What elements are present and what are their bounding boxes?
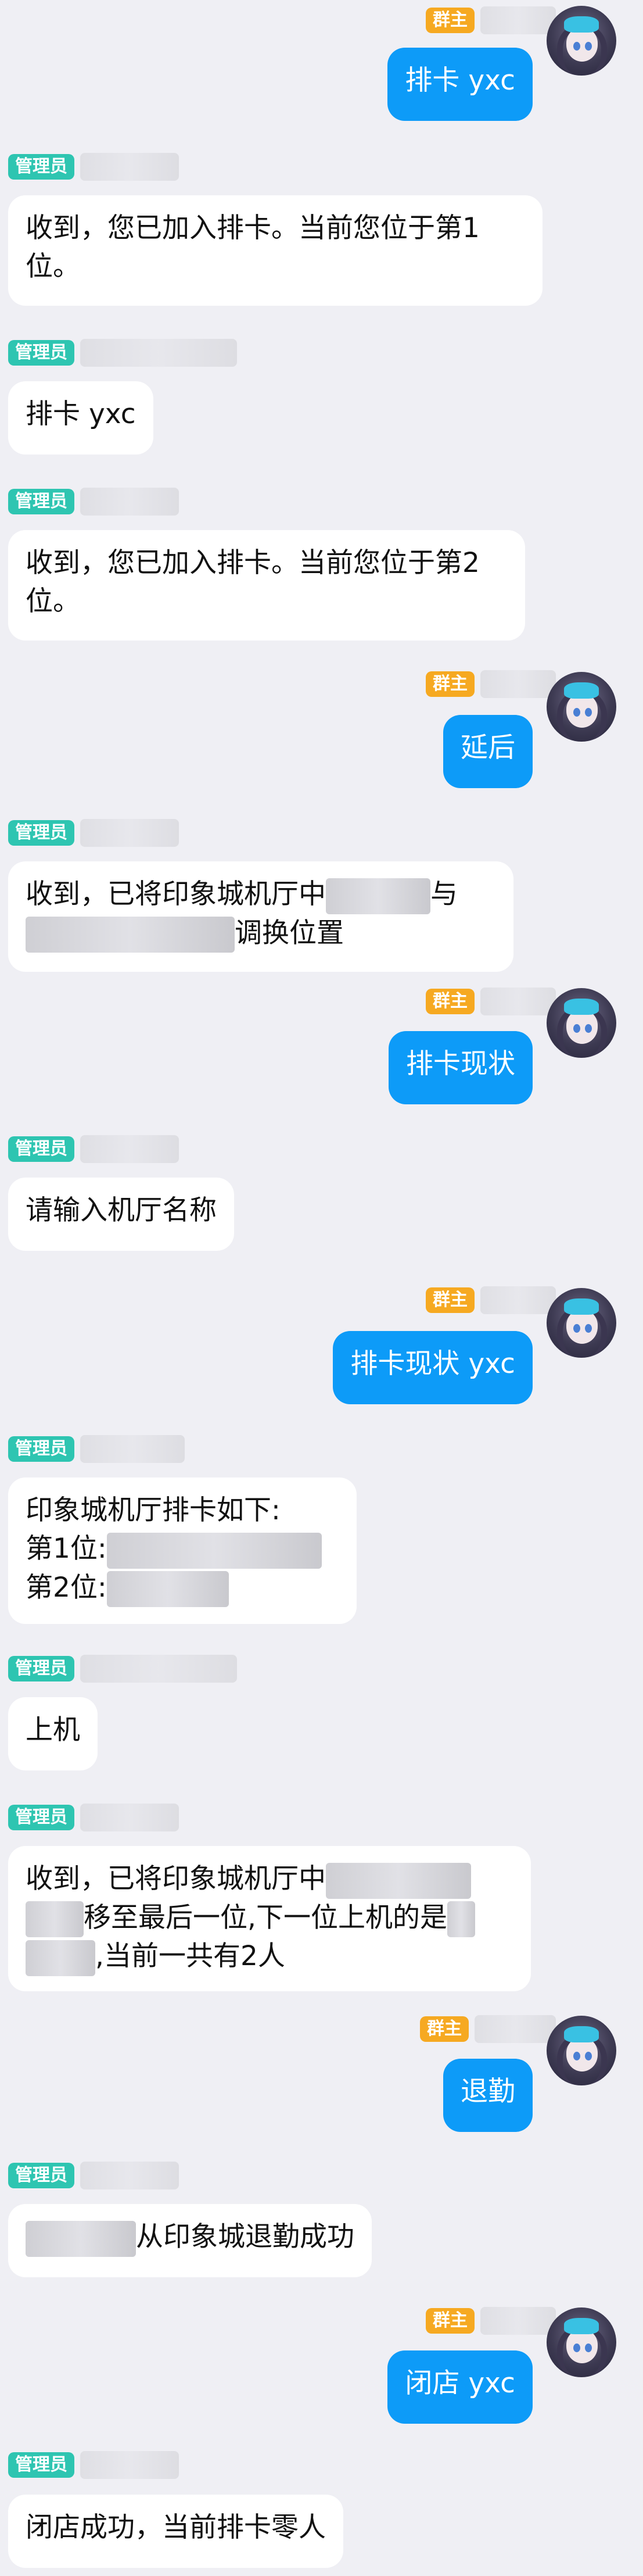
message-text: 收到，已将印象城机厅中: [26, 878, 326, 910]
redacted-name: [26, 1901, 84, 1937]
sender-name-redacted: [80, 1135, 179, 1163]
sender-meta: 群主: [426, 6, 556, 35]
message-bubble[interactable]: 排卡 yxc: [387, 48, 533, 121]
message-text: 第2位:: [26, 1571, 107, 1604]
message-text: 第1位:: [26, 1533, 107, 1565]
redacted-name: [326, 878, 430, 914]
user-avatar[interactable]: [547, 1288, 616, 1358]
message-text: ,当前一共有2人: [95, 1940, 285, 1972]
role-badge-admin: 管理员: [8, 340, 74, 366]
message-text: 调换位置: [235, 917, 344, 949]
sender-meta: 群主: [426, 670, 556, 699]
user-avatar[interactable]: [547, 672, 616, 742]
redacted-name: [106, 1532, 322, 1569]
message-text: 与: [430, 878, 458, 910]
message-bubble[interactable]: 收到，已将印象城机厅中 与 调换位置: [8, 861, 513, 972]
message-bubble[interactable]: 排卡现状: [389, 1031, 533, 1104]
message-bubble[interactable]: 上机: [8, 1697, 98, 1770]
role-badge-admin: 管理员: [8, 1805, 74, 1830]
sender-meta: 管理员: [8, 818, 179, 847]
chat-feed[interactable]: 群主 排卡 yxc 管理员 收到，您已加入排卡。当前您位于第1位。 管理员 排卡…: [0, 0, 643, 2576]
sender-meta: 群主: [426, 2306, 556, 2335]
sender-name-redacted: [80, 819, 179, 847]
user-avatar[interactable]: [547, 988, 616, 1058]
message-text: 收到，已将印象城机厅中: [26, 1863, 326, 1895]
redacted-name: [447, 1901, 475, 1937]
message-text: 移至最后一位,下一位上机的是: [84, 1901, 447, 1934]
message-bubble[interactable]: 退勤: [443, 2059, 533, 2132]
sender-name-redacted: [480, 670, 556, 698]
sender-name-redacted: [80, 1435, 185, 1463]
role-badge-admin: 管理员: [8, 1656, 74, 1681]
message-bubble[interactable]: 闭店 yxc: [387, 2350, 533, 2424]
message-bubble[interactable]: 收到，已将印象城机厅中 移至最后一位,下一位上机的是 ,当前一共有2人: [8, 1846, 531, 1991]
redacted-name: [106, 1571, 229, 1607]
sender-name-redacted: [480, 2307, 556, 2335]
sender-meta: 管理员: [8, 1135, 179, 1164]
redacted-name: [326, 1862, 471, 1899]
role-badge-owner: 群主: [420, 2016, 469, 2042]
role-badge-owner: 群主: [426, 989, 475, 1014]
sender-name-redacted: [80, 2162, 179, 2189]
user-avatar[interactable]: [547, 2016, 616, 2085]
sender-name-redacted: [80, 1804, 179, 1831]
role-badge-admin: 管理员: [8, 1436, 74, 1462]
sender-meta: 管理员: [8, 152, 179, 181]
role-badge-owner: 群主: [426, 671, 475, 697]
sender-meta: 管理员: [8, 2161, 179, 2190]
message-text: 印象城机厅排卡如下:: [26, 1494, 281, 1526]
message-bubble[interactable]: 延后: [443, 715, 533, 788]
sender-name-redacted: [80, 2451, 179, 2479]
sender-meta: 管理员: [8, 487, 179, 516]
role-badge-admin: 管理员: [8, 1136, 74, 1162]
user-avatar[interactable]: [547, 6, 616, 76]
message-bubble[interactable]: 收到，您已加入排卡。当前您位于第1位。: [8, 195, 543, 306]
sender-meta: 管理员: [8, 1434, 185, 1464]
sender-meta: 群主: [426, 987, 556, 1016]
sender-name-redacted: [80, 488, 179, 516]
redacted-name: [26, 2220, 136, 2257]
message-bubble[interactable]: 排卡 yxc: [8, 381, 153, 455]
message-bubble[interactable]: 收到，您已加入排卡。当前您位于第2位。: [8, 530, 525, 641]
role-badge-admin: 管理员: [8, 489, 74, 514]
sender-meta: 管理员: [8, 1654, 237, 1683]
message-bubble[interactable]: 闭店成功，当前排卡零人: [8, 2495, 343, 2568]
sender-name-redacted: [80, 153, 179, 181]
message-bubble[interactable]: 请输入机厅名称: [8, 1178, 234, 1251]
sender-name-redacted: [80, 339, 237, 367]
message-bubble[interactable]: 排卡现状 yxc: [333, 1331, 533, 1404]
role-badge-owner: 群主: [426, 1287, 475, 1313]
message-text: 从印象城退勤成功: [136, 2221, 354, 2253]
sender-meta: 管理员: [8, 338, 237, 367]
role-badge-admin: 管理员: [8, 2163, 74, 2188]
role-badge-admin: 管理员: [8, 820, 74, 846]
sender-meta: 群主: [426, 1286, 556, 1315]
redacted-name: [26, 1940, 95, 1976]
sender-meta: 管理员: [8, 1803, 179, 1832]
sender-name-redacted: [480, 6, 556, 34]
role-badge-owner: 群主: [426, 2308, 475, 2334]
message-bubble[interactable]: 从印象城退勤成功: [8, 2204, 372, 2277]
user-avatar[interactable]: [547, 2307, 616, 2377]
sender-name-redacted: [480, 1286, 556, 1314]
sender-name-redacted: [480, 988, 556, 1015]
sender-meta: 群主: [420, 2015, 556, 2044]
redacted-name: [26, 917, 235, 953]
role-badge-admin: 管理员: [8, 154, 74, 180]
sender-name-redacted: [80, 1655, 237, 1683]
sender-name-redacted: [475, 2015, 556, 2043]
message-bubble[interactable]: 印象城机厅排卡如下: 第1位: 第2位:: [8, 1477, 357, 1624]
role-badge-owner: 群主: [426, 8, 475, 33]
sender-meta: 管理员: [8, 2450, 179, 2480]
role-badge-admin: 管理员: [8, 2452, 74, 2478]
